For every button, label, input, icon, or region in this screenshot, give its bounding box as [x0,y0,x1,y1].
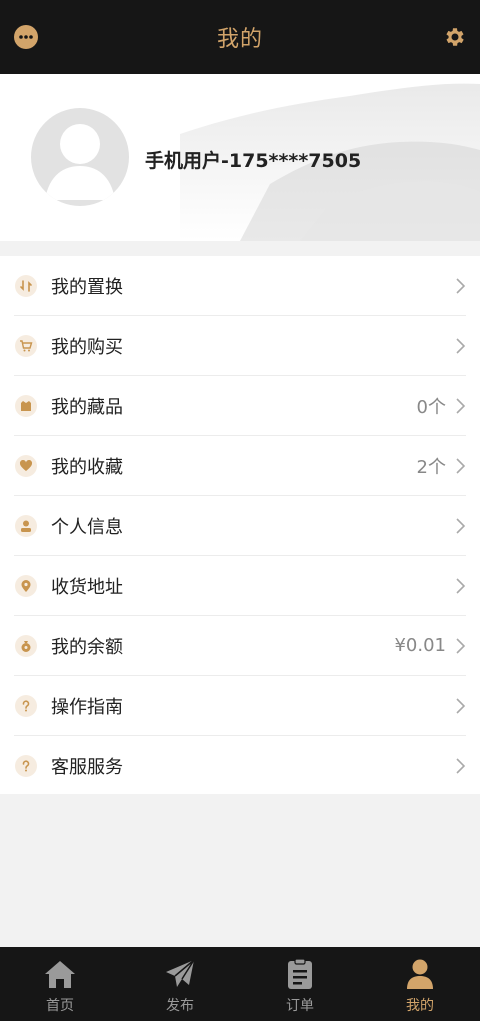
menu-item-customer-service[interactable]: 客服服务 [14,736,466,796]
profile-card[interactable]: 手机用户-175****7505 [0,74,480,241]
chevron-right-icon [456,518,466,534]
cart-icon [15,334,37,357]
menu-list: 我的置换 我的购买 我的藏品 0个 我的收藏 2个 个人信息 收货地址 我的余额… [0,256,480,794]
tab-publish[interactable]: 发布 [120,947,240,1021]
menu-item-address[interactable]: 收货地址 [14,556,466,616]
menu-item-label: 个人信息 [51,516,123,538]
collection-count: 0个 [416,396,446,418]
menu-item-purchases[interactable]: 我的购买 [14,316,466,376]
chevron-right-icon [456,398,466,414]
home-icon [43,957,77,991]
more-dots-icon [14,25,38,49]
clipboard-icon [283,957,317,991]
menu-item-label: 客服服务 [51,757,123,778]
chevron-right-icon [456,278,466,294]
tab-mine[interactable]: 我的 [360,947,480,1021]
gear-icon [446,28,464,46]
chevron-right-icon [456,638,466,654]
menu-item-balance[interactable]: 我的余额 ¥0.01 [14,616,466,676]
user-icon [403,957,437,991]
tab-label: 首页 [46,998,74,1014]
menu-item-personal-info[interactable]: 个人信息 [14,496,466,556]
bottom-tab-bar: 首页 发布 订单 我的 [0,947,480,1021]
default-avatar-icon [45,124,115,200]
exchange-icon [15,274,37,297]
menu-item-collection[interactable]: 我的藏品 0个 [14,376,466,436]
balance-amount: ¥0.01 [394,635,446,656]
tab-home[interactable]: 首页 [0,947,120,1021]
chevron-right-icon [456,698,466,714]
username: 手机用户-175****7505 [145,150,362,172]
menu-item-label: 我的购买 [51,336,123,358]
money-bag-icon [15,634,37,657]
tab-label: 发布 [166,998,194,1014]
favorites-count: 2个 [416,456,446,478]
question-icon [15,694,37,717]
menu-item-label: 我的收藏 [51,456,123,478]
more-button[interactable] [12,23,40,51]
settings-button[interactable] [440,23,468,51]
tab-orders[interactable]: 订单 [240,947,360,1021]
menu-item-label: 我的余额 [51,636,123,658]
question-icon [15,755,37,777]
avatar[interactable] [31,108,129,206]
chevron-right-icon [456,458,466,474]
menu-item-favorites[interactable]: 我的收藏 2个 [14,436,466,496]
menu-item-label: 我的藏品 [51,396,123,418]
heart-icon [15,454,37,477]
menu-item-guide[interactable]: 操作指南 [14,676,466,736]
chevron-right-icon [456,578,466,594]
menu-item-label: 我的置换 [51,276,123,298]
page-title: 我的 [216,27,263,52]
tab-label: 订单 [286,998,314,1014]
send-icon [163,957,197,991]
collection-icon [15,394,37,417]
menu-item-label: 操作指南 [51,696,123,718]
chevron-right-icon [456,758,466,774]
top-bar: 我的 [0,0,480,74]
tab-label: 我的 [406,998,434,1014]
person-icon [15,514,37,537]
chevron-right-icon [456,338,466,354]
menu-item-exchange[interactable]: 我的置换 [14,256,466,316]
location-icon [15,574,37,597]
menu-item-label: 收货地址 [51,576,123,598]
